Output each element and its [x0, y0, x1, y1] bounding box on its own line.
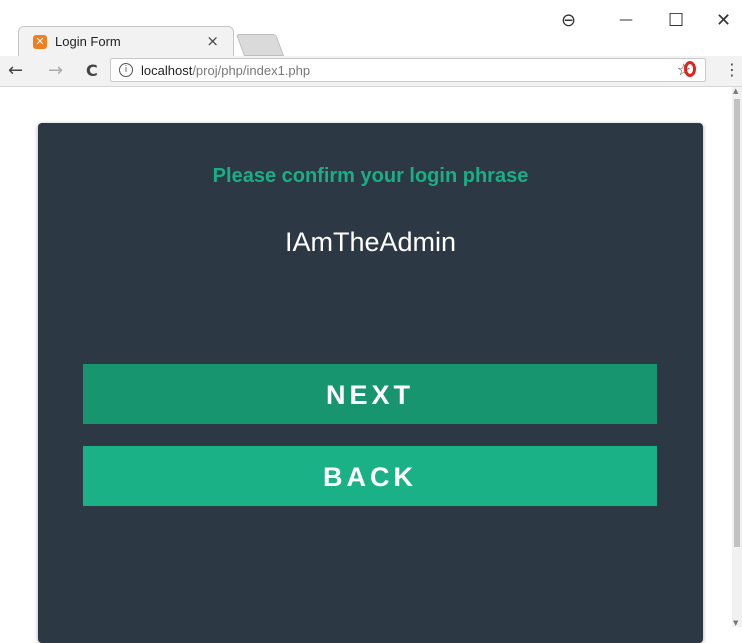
login-card: Please confirm your login phrase IAmTheA…	[38, 123, 703, 643]
forward-arrow-icon[interactable]: →	[48, 60, 63, 81]
vertical-scrollbar[interactable]: ▲ ▼	[732, 87, 742, 627]
account-icon[interactable]: ⊖	[561, 10, 576, 31]
scroll-down-arrow-icon[interactable]: ▼	[733, 619, 738, 627]
scrollbar-thumb[interactable]	[734, 99, 740, 547]
info-icon[interactable]: i	[119, 63, 133, 77]
tab-login-form[interactable]: ✕ Login Form ×	[18, 26, 234, 56]
url-path: /proj/php/index1.php	[192, 63, 311, 78]
login-phrase: IAmTheAdmin	[284, 227, 457, 257]
tab-title: Login Form	[55, 34, 121, 49]
close-window-icon[interactable]: ✕	[716, 10, 731, 31]
confirm-heading: Please confirm your login phrase	[212, 165, 529, 187]
new-tab-button[interactable]	[235, 34, 285, 56]
maximize-icon[interactable]: ☐	[668, 10, 684, 31]
opera-extension-icon[interactable]	[684, 61, 696, 77]
tab-close-icon[interactable]: ×	[206, 32, 219, 50]
browser-menu-icon[interactable]: ⋮	[724, 60, 740, 79]
browser-toolbar: ← → C i localhost/proj/php/index1.php ☆	[0, 56, 742, 87]
url-text: localhost/proj/php/index1.php	[141, 63, 310, 78]
back-button[interactable]: BACK	[83, 446, 657, 506]
browser-titlebar: ✕ Login Form × ⊖ — ☐ ✕	[0, 0, 742, 56]
minimize-icon[interactable]: —	[619, 12, 633, 28]
reload-icon[interactable]: C	[86, 61, 98, 80]
next-button[interactable]: NEXT	[83, 364, 657, 424]
page-viewport: Please confirm your login phrase IAmTheA…	[0, 87, 742, 643]
back-arrow-icon[interactable]: ←	[8, 60, 23, 81]
xampp-favicon-icon: ✕	[33, 35, 47, 49]
scroll-up-arrow-icon[interactable]: ▲	[733, 87, 738, 95]
url-host: localhost	[141, 63, 193, 78]
address-bar[interactable]: i localhost/proj/php/index1.php ☆	[110, 58, 706, 82]
